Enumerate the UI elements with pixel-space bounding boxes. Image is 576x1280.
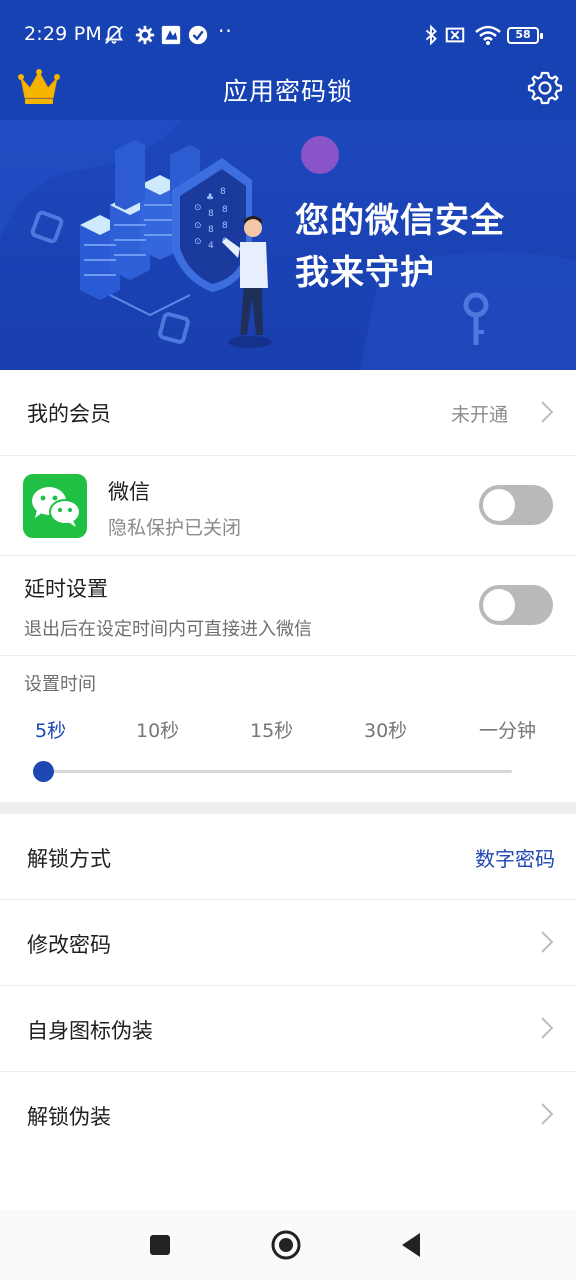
banner-slogan: 您的微信安全 我来守护 — [295, 195, 505, 299]
chevron-right-icon — [541, 1103, 554, 1125]
wechat-icon — [23, 474, 87, 538]
app-bar: 应用密码锁 — [0, 62, 576, 120]
unlock-method-label: 解锁方式 — [27, 847, 111, 871]
app-icon — [161, 25, 181, 45]
status-more-dots: ·· — [218, 19, 233, 43]
top-header: 2:29 PM ·· 58 应用密码锁 — [0, 0, 576, 120]
wechat-name: 微信 — [108, 480, 150, 504]
membership-label: 我的会员 — [27, 402, 111, 426]
svg-text:⊙: ⊙ — [194, 203, 202, 213]
chevron-right-icon — [541, 931, 554, 953]
time-option-10s[interactable]: 10秒 — [136, 716, 179, 743]
battery-icon: 58 — [507, 27, 543, 44]
banner-line-2: 我来守护 — [295, 253, 435, 293]
change-password-label: 修改密码 — [27, 933, 111, 957]
time-option-5s[interactable]: 5秒 — [35, 716, 66, 743]
svg-text:⊙: ⊙ — [194, 221, 202, 231]
section-gap — [0, 802, 576, 814]
set-time-label: 设置时间 — [24, 674, 96, 695]
delay-description: 退出后在设定时间内可直接进入微信 — [24, 619, 312, 640]
system-nav-bar — [0, 1210, 576, 1280]
unlock-method-value: 数字密码 — [475, 847, 555, 871]
svg-text:8: 8 — [220, 187, 226, 197]
delay-title: 延时设置 — [24, 577, 108, 601]
unlock-method-row[interactable]: 解锁方式 数字密码 — [0, 814, 576, 899]
unlock-disguise-label: 解锁伪装 — [27, 1105, 111, 1129]
back-icon[interactable] — [400, 1232, 422, 1258]
gear-icon[interactable] — [527, 70, 563, 106]
svg-text:8: 8 — [222, 221, 228, 231]
toggle-knob — [483, 489, 515, 521]
recents-icon[interactable] — [149, 1234, 171, 1256]
membership-status: 未开通 — [451, 404, 509, 426]
time-option-30s[interactable]: 30秒 — [364, 716, 407, 743]
status-bar: 2:29 PM ·· 58 — [0, 0, 576, 70]
bluetooth-icon — [425, 24, 437, 46]
wifi-icon — [475, 25, 501, 45]
status-time: 2:29 PM — [24, 23, 102, 45]
time-option-1min[interactable]: 一分钟 — [479, 716, 536, 743]
icon-disguise-label: 自身图标伪装 — [27, 1019, 153, 1043]
mute-icon — [104, 25, 124, 44]
membership-row[interactable]: 我的会员 未开通 — [0, 370, 576, 455]
check-icon — [188, 25, 208, 45]
svg-text:♣: ♣ — [206, 193, 214, 203]
page-title: 应用密码锁 — [222, 77, 353, 106]
divider — [0, 655, 576, 656]
svg-text:4: 4 — [208, 241, 214, 251]
svg-text:8: 8 — [208, 209, 214, 219]
svg-text:8: 8 — [222, 205, 228, 215]
wechat-status: 隐私保护已关闭 — [108, 517, 242, 539]
battery-level: 58 — [515, 28, 531, 41]
toggle-knob — [483, 589, 515, 621]
delay-toggle[interactable] — [479, 585, 553, 625]
time-slider-track[interactable] — [44, 770, 512, 773]
chevron-right-icon — [541, 1017, 554, 1039]
icon-disguise-row[interactable]: 自身图标伪装 — [0, 986, 576, 1071]
svg-text:⊙: ⊙ — [194, 237, 202, 247]
time-option-15s[interactable]: 15秒 — [250, 716, 293, 743]
banner-line-1: 您的微信安全 — [295, 201, 505, 241]
unlock-disguise-row[interactable]: 解锁伪装 — [0, 1072, 576, 1157]
settings-icon — [135, 25, 155, 45]
promo-banner: ♣888 8840 ⊙⊙⊙ 您的微信安全 我来守护 — [0, 120, 576, 370]
chevron-right-icon — [541, 401, 554, 423]
divider — [0, 555, 576, 556]
change-password-row[interactable]: 修改密码 — [0, 900, 576, 985]
svg-text:8: 8 — [208, 225, 214, 235]
time-slider-thumb[interactable] — [33, 761, 54, 782]
wechat-protect-toggle[interactable] — [479, 485, 553, 525]
sim-icon — [445, 27, 465, 43]
home-icon[interactable] — [270, 1229, 302, 1261]
